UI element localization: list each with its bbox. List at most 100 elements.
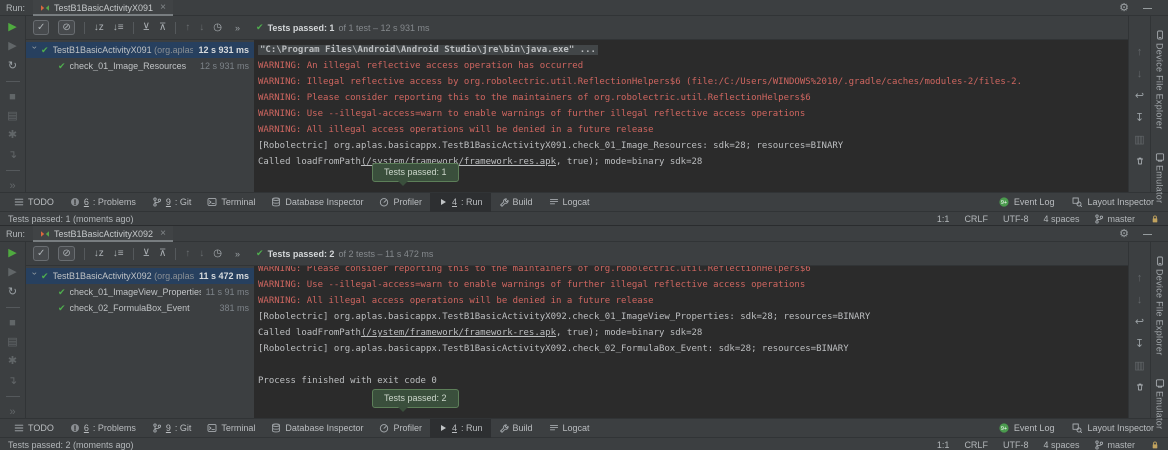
toolbar-button---run[interactable]: 4: Run — [430, 193, 491, 212]
restore-layout-icon[interactable]: ↴ — [8, 149, 17, 161]
toolbar-button-todo[interactable]: TODO — [6, 193, 62, 212]
layout-inspector-widget[interactable]: Layout Inspector — [1072, 197, 1154, 207]
toolbar-button-logcat[interactable]: Logcat — [541, 193, 598, 212]
next-occurrence-icon[interactable]: ↓ — [1137, 68, 1143, 81]
sort-alphabetically-icon[interactable]: ↓z — [94, 22, 104, 34]
line-ending[interactable]: CRLF — [964, 214, 988, 224]
event-log-widget[interactable]: 9+Event Log — [999, 423, 1055, 433]
show-passed-icon[interactable]: ✓ — [33, 246, 49, 261]
toggle-auto-test-icon[interactable]: ↻ — [8, 286, 17, 298]
dock-tab-device[interactable]: Device File Explorer — [1155, 256, 1165, 356]
run-tab[interactable]: TestB1BasicActivityX091 × — [33, 0, 173, 16]
chevron-down-icon[interactable]: › — [30, 272, 40, 280]
stop-icon[interactable]: ■ — [9, 317, 16, 329]
sort-by-duration-icon[interactable]: ↓≡ — [113, 22, 124, 34]
toolbar-button-profiler[interactable]: Profiler — [371, 419, 430, 438]
close-icon[interactable]: × — [160, 2, 166, 13]
next-occurrence-icon[interactable]: ↓ — [199, 248, 204, 260]
toolbar-button---run[interactable]: 4: Run — [430, 419, 491, 438]
toolbar-button---problems[interactable]: 6: Problems — [62, 193, 144, 212]
toolbar-button---problems[interactable]: 6: Problems — [62, 419, 144, 438]
clear-all-icon[interactable] — [1135, 382, 1145, 395]
more-options-icon[interactable]: » — [9, 406, 15, 418]
toolbar-button-build[interactable]: Build — [491, 193, 541, 212]
encoding[interactable]: UTF-8 — [1003, 440, 1029, 450]
toolbar-button-profiler[interactable]: Profiler — [371, 193, 430, 212]
chevron-down-icon[interactable]: › — [30, 46, 40, 54]
toolbar-button-logcat[interactable]: Logcat — [541, 419, 598, 438]
toolbar-button-database-inspector[interactable]: Database Inspector — [263, 193, 371, 212]
previous-occurrence-icon[interactable]: ↑ — [1137, 46, 1143, 59]
more-options-icon[interactable]: » — [9, 180, 15, 192]
run-tab[interactable]: TestB1BasicActivityX092 × — [33, 226, 173, 242]
print-icon[interactable]: ▥ — [1134, 134, 1144, 147]
rerun-failed-tests-icon[interactable]: ▶ — [8, 266, 16, 278]
restore-layout-icon[interactable]: ↴ — [8, 375, 17, 387]
toolbar-button-terminal[interactable]: Terminal — [199, 193, 263, 212]
test-tree-row[interactable]: ✔check_01_ImageView_Properties11 s 91 ms — [26, 284, 254, 300]
previous-occurrence-icon[interactable]: ↑ — [185, 248, 190, 260]
scroll-to-end-icon[interactable]: ↧ — [1135, 112, 1144, 125]
settings-gear-icon[interactable]: ⚙ — [1119, 229, 1129, 239]
caret-position[interactable]: 1:1 — [937, 440, 950, 450]
indent-setting[interactable]: 4 spaces — [1043, 440, 1079, 450]
minimize-icon[interactable]: — — [1143, 229, 1152, 239]
ignored-tests-icon[interactable]: ⊘ — [58, 246, 74, 261]
more-chevron-icon[interactable]: » — [235, 23, 239, 33]
stop-icon[interactable]: ■ — [9, 91, 16, 103]
toolbar-button---git[interactable]: 9: Git — [144, 419, 200, 438]
previous-occurrence-icon[interactable]: ↑ — [1137, 272, 1143, 285]
next-occurrence-icon[interactable]: ↓ — [199, 22, 204, 34]
collapse-all-icon[interactable]: ⊼ — [159, 248, 166, 260]
console-link[interactable]: (/system/framework/framework-res.apk — [361, 328, 556, 338]
event-log-widget[interactable]: 9+Event Log — [999, 197, 1055, 207]
print-icon[interactable]: ▥ — [1134, 360, 1144, 373]
minimize-icon[interactable]: — — [1143, 3, 1152, 13]
rerun-failed-tests-icon[interactable]: ▶ — [8, 40, 16, 52]
thread-dump-icon[interactable]: ▤ — [7, 110, 17, 122]
test-tree-row[interactable]: ✔check_01_Image_Resources12 s 931 ms — [26, 58, 254, 74]
test-tree-row[interactable]: ✔check_02_FormulaBox_Event381 ms — [26, 300, 254, 316]
lock-icon[interactable] — [1150, 214, 1160, 224]
toolbar-button---git[interactable]: 9: Git — [144, 193, 200, 212]
ignored-tests-icon[interactable]: ⊘ — [58, 20, 74, 35]
line-ending[interactable]: CRLF — [964, 440, 988, 450]
sort-alphabetically-icon[interactable]: ↓z — [94, 248, 104, 260]
indent-setting[interactable]: 4 spaces — [1043, 214, 1079, 224]
rerun-icon[interactable]: ▶ — [8, 247, 16, 259]
thread-dump-icon[interactable]: ▤ — [7, 336, 17, 348]
dock-tab-emulator[interactable]: Emulator — [1155, 378, 1165, 429]
expand-all-icon[interactable]: ⊻ — [143, 22, 150, 34]
layout-inspector-widget[interactable]: Layout Inspector — [1072, 423, 1154, 433]
toolbar-button-build[interactable]: Build — [491, 419, 541, 438]
previous-occurrence-icon[interactable]: ↑ — [185, 22, 190, 34]
close-icon[interactable]: × — [160, 228, 166, 239]
toolbar-button-terminal[interactable]: Terminal — [199, 419, 263, 438]
soft-wrap-icon[interactable]: ↩ — [1135, 316, 1144, 329]
lock-icon[interactable] — [1150, 440, 1160, 450]
sort-by-duration-icon[interactable]: ↓≡ — [113, 248, 124, 260]
expand-all-icon[interactable]: ⊻ — [143, 248, 150, 260]
encoding[interactable]: UTF-8 — [1003, 214, 1029, 224]
next-occurrence-icon[interactable]: ↓ — [1137, 294, 1143, 307]
rerun-icon[interactable]: ▶ — [8, 21, 16, 33]
scroll-to-end-icon[interactable]: ↧ — [1135, 338, 1144, 351]
more-chevron-icon[interactable]: » — [235, 249, 239, 259]
toolbar-button-database-inspector[interactable]: Database Inspector — [263, 419, 371, 438]
test-history-icon[interactable]: ◷ — [213, 22, 222, 34]
test-tree-row[interactable]: ›✔TestB1BasicActivityX092 (org.aplas.b11… — [26, 268, 254, 284]
caret-position[interactable]: 1:1 — [937, 214, 950, 224]
test-history-icon[interactable]: ◷ — [213, 248, 222, 260]
collapse-all-icon[interactable]: ⊼ — [159, 22, 166, 34]
settings-gear-icon[interactable]: ⚙ — [1119, 3, 1129, 13]
coverage-icon[interactable]: ✱ — [8, 355, 17, 367]
clear-all-icon[interactable] — [1135, 156, 1145, 169]
git-branch-widget[interactable]: master — [1094, 440, 1135, 450]
git-branch-widget[interactable]: master — [1094, 214, 1135, 224]
show-passed-icon[interactable]: ✓ — [33, 20, 49, 35]
test-tree-row[interactable]: ›✔TestB1BasicActivityX091 (org.aplas.b12… — [26, 42, 254, 58]
toolbar-button-todo[interactable]: TODO — [6, 419, 62, 438]
dock-tab-device[interactable]: Device File Explorer — [1155, 30, 1165, 130]
toggle-auto-test-icon[interactable]: ↻ — [8, 60, 17, 72]
coverage-icon[interactable]: ✱ — [8, 129, 17, 141]
